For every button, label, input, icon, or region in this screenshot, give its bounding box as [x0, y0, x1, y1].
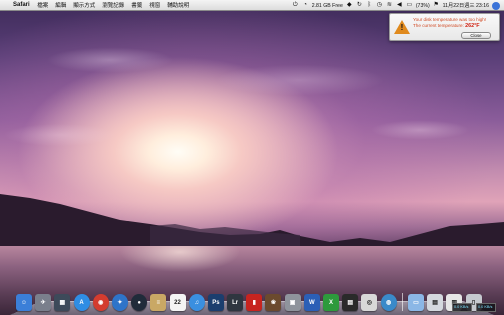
safari-icon[interactable]: ✦ — [111, 294, 128, 311]
dock: ☺✈▦A◉✦●≡22♫PsLr▮❀▣WX▤◎◍▭▤▥▯ — [16, 289, 482, 311]
preview-icon[interactable]: ▣ — [284, 294, 301, 311]
menu-app-name[interactable]: Safari — [12, 2, 34, 8]
vm-icon[interactable]: ▤ — [342, 294, 359, 311]
notes-icon[interactable]: ≡ — [150, 294, 167, 311]
menu-bar: Safari 檔案 編輯 顯示方式 瀏覽記錄 書籤 視窗 輔助說明 ⏻ ◔ 2.… — [0, 0, 504, 11]
dock-separator — [401, 293, 403, 311]
itunes-icon[interactable]: ♫ — [188, 294, 205, 311]
app-store-icon[interactable]: A — [73, 294, 90, 311]
lightroom-icon[interactable]: Lr — [227, 294, 244, 311]
spotlight-icon[interactable] — [492, 1, 500, 10]
menu-edit[interactable]: 編輯 — [52, 1, 70, 9]
network-meter-upload: 0.0 KB/s — [452, 303, 472, 312]
network-meter-download: 0.0 KB/s — [476, 303, 496, 312]
menu-window[interactable]: 視窗 — [146, 1, 164, 9]
volume-icon[interactable]: ◀ — [396, 2, 403, 9]
bluetooth-icon[interactable]: ᛒ — [366, 2, 373, 9]
folder-icon[interactable]: ▭ — [407, 294, 424, 311]
dropbox-icon[interactable]: ◆ — [346, 2, 353, 9]
menu-file[interactable]: 檔案 — [34, 1, 52, 9]
memory-free-text[interactable]: 2.81 GB Free — [312, 3, 343, 9]
network-icon[interactable]: ◍ — [380, 294, 397, 311]
menu-history[interactable]: 瀏覽記錄 — [99, 1, 128, 9]
sync-icon[interactable]: ↻ — [356, 2, 363, 9]
menu-bookmarks[interactable]: 書籤 — [128, 1, 146, 9]
photo-booth-icon[interactable]: ▮ — [246, 294, 263, 311]
memory-icon[interactable]: ◔ — [302, 2, 309, 9]
clock[interactable]: 11月22日週三 23:16 — [443, 2, 489, 9]
mission-control-icon[interactable]: ▦ — [54, 294, 71, 311]
alert-message: Your disk temperature was too high! — [413, 17, 487, 22]
word-icon[interactable]: W — [303, 294, 320, 311]
photo-app-icon[interactable]: ❀ — [265, 294, 282, 311]
chrome-icon[interactable]: ◉ — [92, 294, 109, 311]
menu-view[interactable]: 顯示方式 — [70, 1, 99, 9]
lake-reflection — [120, 246, 240, 286]
wallpaper-clouds — [0, 20, 504, 170]
time-machine-icon[interactable]: ◷ — [376, 2, 383, 9]
menu-help[interactable]: 輔助說明 — [164, 1, 193, 9]
calendar-icon[interactable]: 22 — [169, 294, 186, 311]
alert-close-button[interactable]: Close — [461, 32, 491, 39]
alert-temperature-value: 262°F — [465, 23, 480, 29]
battery-percent[interactable]: (73%) — [416, 3, 430, 9]
finder-icon[interactable]: ☺ — [16, 294, 32, 311]
status-area: ⏻ ◔ 2.81 GB Free ◆ ↻ ᛒ ◷ ≋ ◀ ▭ (73%) ⚑ 1… — [292, 0, 500, 11]
alert-temperature-label: The current temperature: — [413, 23, 464, 28]
battery-icon[interactable]: ▭ — [406, 2, 413, 9]
power-icon[interactable]: ⏻ — [292, 2, 299, 9]
downloads-icon[interactable]: ▤ — [427, 294, 444, 311]
disk-temperature-alert: ! Your disk temperature was too high! Th… — [389, 13, 500, 41]
excel-icon[interactable]: X — [323, 294, 339, 311]
photoshop-icon[interactable]: Ps — [207, 294, 224, 311]
wifi-icon[interactable]: ≋ — [386, 2, 393, 9]
dashboard-icon[interactable]: ◎ — [361, 294, 378, 311]
flag-icon[interactable]: ⚑ — [433, 2, 440, 9]
launchpad-icon[interactable]: ✈ — [35, 294, 52, 311]
webcam-icon[interactable]: ● — [131, 294, 148, 311]
warning-exclamation: ! — [400, 23, 404, 32]
alert-temperature-line: The current temperature: 262°F — [413, 23, 480, 29]
